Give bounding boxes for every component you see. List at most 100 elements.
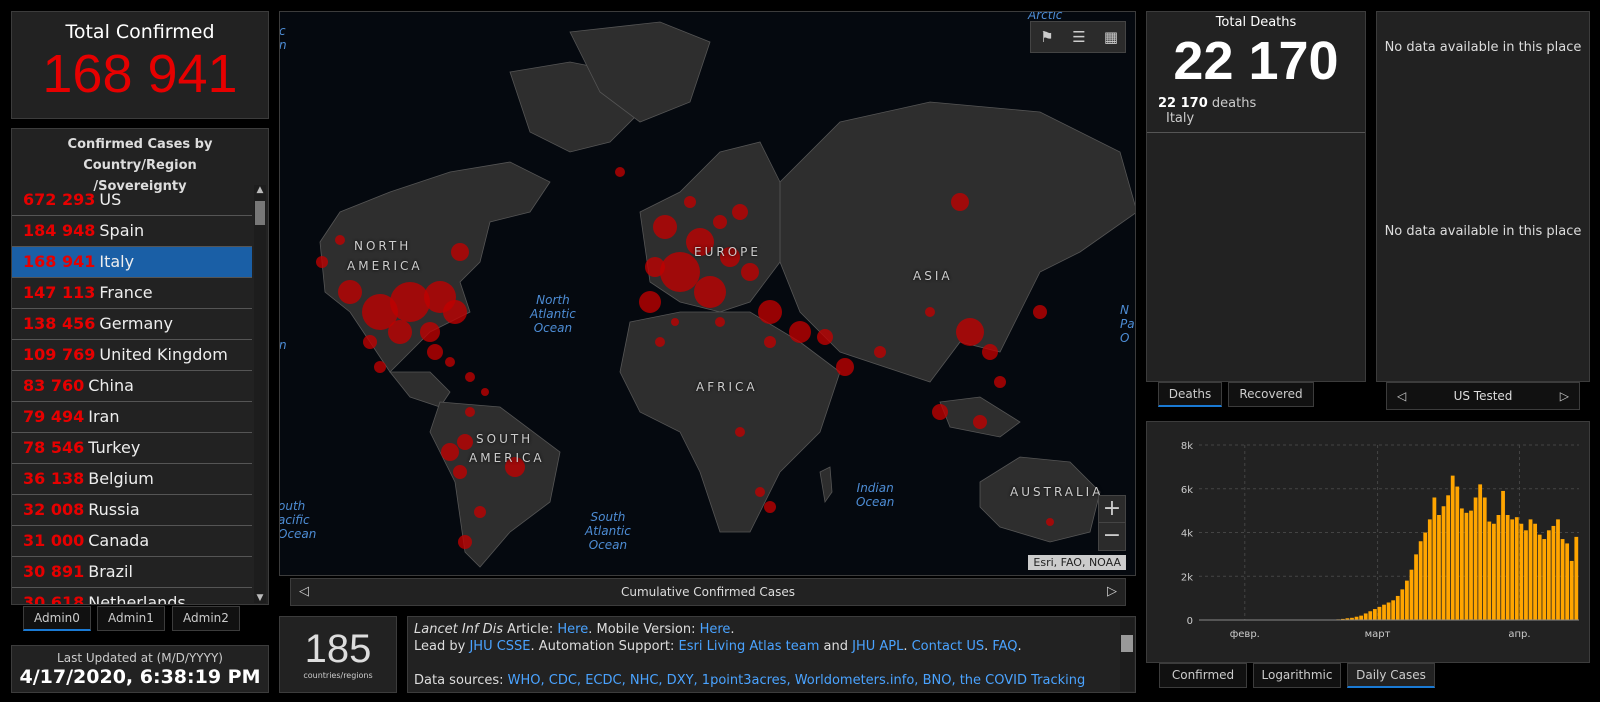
jhu-apl-link[interactable]: JHU APL	[852, 639, 903, 654]
chart-bar	[1496, 515, 1501, 620]
deaths-detail-value: 22 170	[1158, 96, 1208, 111]
tab-admin0[interactable]: Admin0	[23, 606, 91, 631]
label-north-atlantic-ocean: North Atlantic Ocean	[530, 293, 576, 335]
total-deaths-value: 22 170	[1173, 31, 1339, 91]
country-row[interactable]: 79 494 Iran	[12, 402, 252, 433]
country-list-header-line1: Confirmed Cases by Country/Region	[67, 137, 213, 173]
country-row[interactable]: 109 769 United Kingdom	[12, 340, 252, 371]
chart-bar	[1395, 595, 1400, 620]
chart-bar	[1492, 523, 1496, 620]
country-row-name: Brazil	[88, 562, 133, 581]
map-canvas[interactable]	[280, 12, 1136, 576]
tab-confirmed[interactable]: Confirmed	[1159, 663, 1247, 688]
country-row[interactable]: 138 456 Germany	[12, 309, 252, 340]
chart-bar	[1372, 609, 1377, 620]
country-row[interactable]: 83 760 China	[12, 371, 252, 402]
bookmark-icon[interactable]: ⚑	[1037, 27, 1057, 47]
country-row[interactable]: 168 941 Italy	[12, 247, 252, 278]
chart-bar	[1542, 539, 1547, 620]
country-row[interactable]: 147 113 France	[12, 278, 252, 309]
label-asia: ASIA	[913, 269, 953, 283]
chart-bar	[1487, 521, 1492, 620]
info-text: Lead by	[414, 639, 470, 654]
country-row-value: 672 293	[23, 190, 96, 209]
scroll-down-icon[interactable]: ▼	[254, 593, 266, 603]
country-row[interactable]: 78 546 Turkey	[12, 433, 252, 464]
label-ocean-edge-3: n	[279, 338, 287, 352]
scroll-up-icon[interactable]: ▲	[254, 185, 266, 195]
legend-list-icon[interactable]: ☰	[1069, 27, 1089, 47]
chevron-left-icon[interactable]: ◁	[1397, 383, 1406, 410]
chart-bar	[1528, 519, 1533, 620]
chart-bar	[1546, 530, 1551, 620]
country-row[interactable]: 30 891 Brazil	[12, 557, 252, 588]
country-row[interactable]: 30 618 Netherlands	[12, 588, 252, 604]
chart-bar	[1533, 523, 1537, 620]
chart-bar	[1519, 523, 1524, 620]
country-row[interactable]: 672 293 US	[12, 185, 252, 216]
tab-logarithmic[interactable]: Logarithmic	[1253, 663, 1341, 688]
label-ocean-edge-2: n	[279, 38, 287, 52]
chart-bar	[1455, 486, 1460, 620]
info-text: . Automation Support:	[530, 639, 679, 654]
country-list[interactable]: 672 293 US 184 948 Spain 168 941 Italy 147 113…	[12, 185, 252, 604]
tab-admin2[interactable]: Admin2	[172, 606, 240, 631]
faq-link[interactable]: FAQ	[992, 639, 1017, 654]
info-scrollbar[interactable]	[1120, 618, 1134, 691]
chart-bar	[1574, 536, 1579, 620]
deaths-detail-place: Italy	[1166, 111, 1195, 126]
country-list-scrollbar[interactable]: ▲ ▼	[254, 185, 266, 603]
scroll-thumb[interactable]	[255, 201, 265, 225]
country-row[interactable]: 31 000 Canada	[12, 526, 252, 557]
chart-x-tick-label: апр.	[1508, 629, 1530, 640]
chart-bar	[1446, 495, 1451, 620]
tab-daily-cases[interactable]: Daily Cases	[1347, 663, 1435, 688]
chart-bar	[1386, 602, 1391, 620]
country-row[interactable]: 32 008 Russia	[12, 495, 252, 526]
countries-count-value: 185	[304, 627, 372, 671]
chart-bar	[1514, 517, 1519, 620]
label-south-america-1: SOUTH	[476, 432, 534, 446]
info-line-4: Data sources: WHO, CDC, ECDC, NHC, DXY, …	[414, 672, 1129, 689]
tab-admin1[interactable]: Admin1	[97, 606, 165, 631]
contact-link[interactable]: Contact US	[912, 639, 984, 654]
chevron-right-icon[interactable]: ▷	[1560, 383, 1569, 410]
mobile-version-link[interactable]: Here	[700, 622, 731, 637]
jhu-csse-link[interactable]: JHU CSSE	[469, 639, 530, 654]
chart-bar	[1560, 539, 1565, 620]
chart-bar	[1437, 515, 1441, 620]
chart-bar	[1469, 510, 1473, 620]
chart-bar	[1464, 512, 1469, 620]
zoom-out-button[interactable]: −	[1099, 523, 1125, 550]
country-row-name: United Kingdom	[99, 345, 228, 364]
chart-y-tick-label: 4k	[1181, 529, 1193, 540]
tab-deaths[interactable]: Deaths	[1158, 382, 1222, 407]
total-deaths-title: Total Deaths	[1215, 15, 1297, 30]
country-row-value: 32 008	[23, 500, 85, 519]
article-link[interactable]: Here	[557, 622, 588, 637]
chevron-left-icon[interactable]: ◁	[299, 579, 309, 605]
chart-bar	[1377, 606, 1382, 620]
country-row[interactable]: 184 948 Spain	[12, 216, 252, 247]
zoom-in-button[interactable]: +	[1099, 496, 1125, 523]
tested-no-data-2: No data available in this place	[1384, 224, 1582, 239]
daily-cases-chart-panel: 0 2k 4k 6k 8k февр. март апр.	[1146, 421, 1590, 663]
chevron-right-icon[interactable]: ▷	[1107, 579, 1117, 605]
chart-bar	[1405, 580, 1409, 620]
country-row-value: 184 948	[23, 221, 96, 240]
info-text: .	[1017, 639, 1022, 654]
chart-bar	[1565, 543, 1570, 620]
chart-bar	[1569, 560, 1574, 620]
country-row-value: 79 494	[23, 407, 85, 426]
info-text: . Mobile Version:	[588, 622, 700, 637]
tested-panel: No data available in this place No data …	[1376, 11, 1590, 382]
tab-recovered[interactable]: Recovered	[1228, 382, 1314, 407]
data-sources-links[interactable]: WHO, CDC, ECDC, NHC, DXY, 1point3acres, …	[508, 673, 1086, 688]
country-row[interactable]: 36 138 Belgium	[12, 464, 252, 495]
world-map[interactable]: NORTH AMERICA EUROPE ASIA AFRICA SOUTH A…	[279, 11, 1136, 576]
info-scroll-thumb[interactable]	[1121, 635, 1133, 652]
esri-link[interactable]: Esri Living Atlas team	[679, 639, 820, 654]
chart-bar	[1368, 611, 1373, 620]
total-confirmed-title: Total Confirmed	[65, 21, 215, 43]
basemap-gallery-icon[interactable]: ▦	[1101, 27, 1121, 47]
